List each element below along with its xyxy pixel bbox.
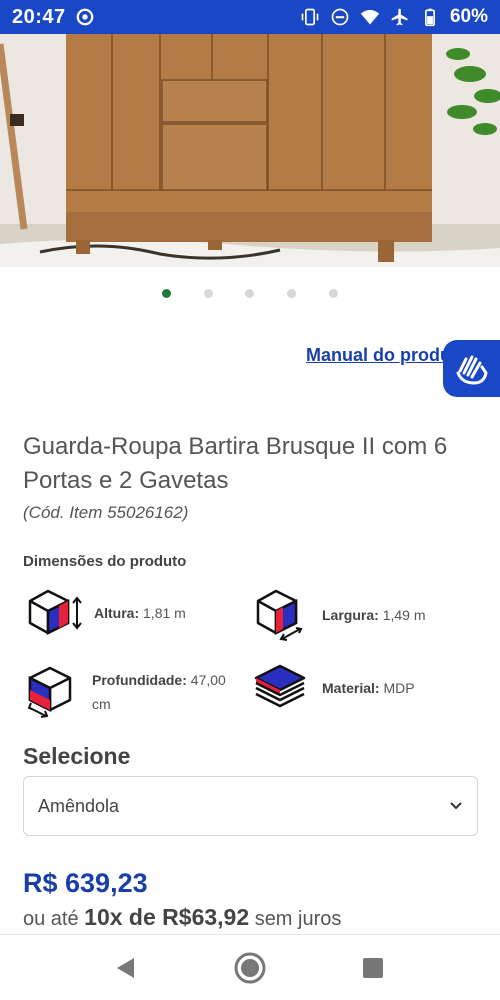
recents-square-icon xyxy=(363,958,383,978)
product-manual-link[interactable]: Manual do produto xyxy=(306,345,446,366)
dimension-depth: Profundidade: 47,00 cm xyxy=(26,664,242,720)
status-time: 20:47 xyxy=(12,5,66,28)
carousel-dot[interactable] xyxy=(204,289,213,298)
width-value: 1,49 m xyxy=(382,607,426,623)
installments-suffix: sem juros xyxy=(254,908,342,930)
height-label: Altura: xyxy=(94,605,140,621)
installments-prefix: ou até xyxy=(23,908,79,930)
wifi-icon xyxy=(360,9,380,25)
airplane-icon xyxy=(391,8,408,26)
depth-label: Profundidade: xyxy=(92,672,187,688)
material-label: Material: xyxy=(322,680,380,696)
battery-percentage: 60% xyxy=(449,6,488,27)
back-triangle-icon xyxy=(117,958,134,978)
home-circle-icon xyxy=(234,952,266,984)
sign-language-button[interactable] xyxy=(443,340,500,397)
home-button[interactable] xyxy=(234,952,266,984)
width-cube-icon xyxy=(256,589,303,641)
status-bar: 20:47 60% xyxy=(0,0,500,34)
product-price: R$ 639,23 xyxy=(23,868,148,898)
battery-icon xyxy=(424,8,435,27)
chevron-down-icon xyxy=(450,802,462,810)
color-select[interactable]: Amêndola xyxy=(23,776,478,836)
back-button[interactable] xyxy=(109,952,141,984)
dimension-material: Material: MDP xyxy=(254,664,415,712)
height-value: 1,81 m xyxy=(143,605,186,621)
color-select-value: Amêndola xyxy=(38,795,120,816)
status-icons: 60% xyxy=(300,6,488,28)
product-title: Guarda-Roupa Bartira Brusque II com 6 Po… xyxy=(23,433,448,494)
sign-language-icon xyxy=(456,355,488,385)
dimensions-heading: Dimensões do produto xyxy=(23,553,187,570)
android-nav-bar xyxy=(0,934,500,1000)
carousel-dots xyxy=(0,289,500,299)
carousel-dot[interactable] xyxy=(162,289,171,298)
depth-cube-icon xyxy=(27,666,72,718)
installments-info: ou até 10x de R$63,92 sem juros xyxy=(23,904,341,931)
carousel-dot[interactable] xyxy=(287,289,296,298)
product-image[interactable] xyxy=(0,34,500,267)
product-code: (Cód. Item 55026162) xyxy=(23,503,189,522)
installments-value: 10x de R$63,92 xyxy=(84,904,250,930)
height-cube-icon xyxy=(28,589,82,636)
carousel-dot[interactable] xyxy=(329,289,338,298)
carousel-dot[interactable] xyxy=(245,289,254,298)
material-layers-icon xyxy=(254,664,306,708)
dimension-height: Altura: 1,81 m xyxy=(26,587,186,639)
recents-button[interactable] xyxy=(357,952,389,984)
vibrate-icon xyxy=(301,8,319,26)
width-label: Largura: xyxy=(322,607,379,623)
wardrobe-photo xyxy=(0,34,500,267)
material-value: MDP xyxy=(383,680,415,696)
dnd-icon xyxy=(331,8,349,26)
notification-icon xyxy=(76,8,93,26)
select-heading: Selecione xyxy=(23,743,131,769)
dimension-width: Largura: 1,49 m xyxy=(254,587,426,643)
